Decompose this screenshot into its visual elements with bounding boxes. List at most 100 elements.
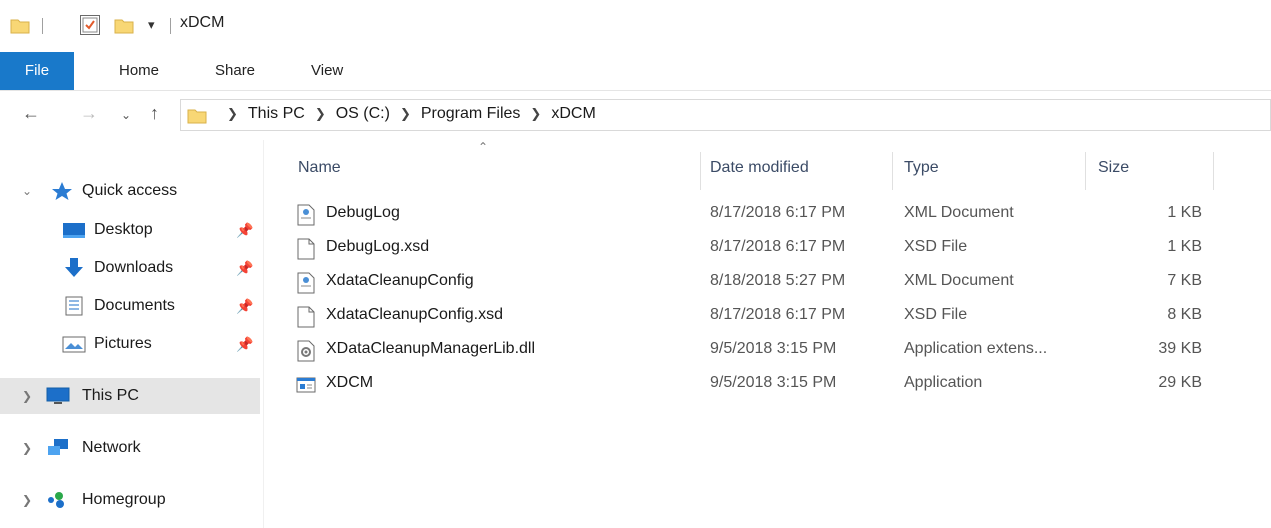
file-size: 8 KB	[1167, 306, 1202, 323]
download-icon	[65, 258, 83, 277]
xml-document-icon	[297, 272, 315, 294]
documents-icon	[65, 296, 83, 316]
chevron-right-icon[interactable]: ❯	[22, 389, 32, 403]
file-name: XDataCleanupManagerLib.dll	[326, 340, 536, 357]
file-date: 8/17/2018 6:17 PM	[710, 238, 846, 255]
file-size: 29 KB	[1158, 374, 1202, 391]
sidebar-item-label: Network	[82, 439, 141, 456]
column-type[interactable]: Type	[904, 146, 939, 190]
breadcrumb-separator-icon[interactable]: ❯	[530, 106, 541, 122]
column-name[interactable]: Name	[298, 146, 341, 190]
file-type: XSD File	[904, 306, 968, 323]
sidebar-item-label: This PC	[82, 387, 139, 404]
file-name: DebugLog	[326, 204, 400, 221]
file-name: DebugLog.xsd	[326, 238, 430, 255]
customize-toolbar-icon[interactable]: ▾	[148, 17, 155, 33]
file-name: XdataCleanupConfig	[326, 272, 474, 289]
pictures-icon	[62, 336, 86, 353]
tab-file[interactable]: File	[0, 52, 74, 90]
back-arrow-icon[interactable]: ←	[22, 103, 40, 124]
file-type: Application extens...	[904, 340, 1048, 357]
sidebar-item-documents[interactable]: Documents 📌	[0, 288, 260, 324]
file-date: 9/5/2018 3:15 PM	[710, 374, 837, 391]
breadcrumb-separator-icon[interactable]: ❯	[400, 106, 411, 122]
chevron-right-icon[interactable]: ❯	[22, 441, 32, 455]
sidebar-item-label: Desktop	[94, 221, 153, 238]
sidebar-item-label: Downloads	[94, 259, 174, 276]
breadcrumb-program-files[interactable]: Program Files	[421, 105, 521, 123]
table-row[interactable]: XdataCleanupConfig.xsd 8/17/2018 6:17 PM…	[290, 300, 1215, 334]
file-date: 8/18/2018 5:27 PM	[710, 272, 846, 289]
file-type: XML Document	[904, 272, 1014, 289]
new-folder-icon[interactable]	[114, 17, 134, 34]
folder-icon	[187, 109, 207, 124]
sidebar-item-quick-access[interactable]: ⌄ Quick access	[0, 173, 260, 209]
recent-locations-chevron-icon[interactable]: ⌄	[121, 108, 131, 122]
xml-document-icon	[297, 204, 315, 226]
column-divider[interactable]	[1085, 152, 1086, 190]
column-date-modified[interactable]: Date modified	[710, 146, 809, 190]
file-type: Application	[904, 374, 983, 391]
file-size: 1 KB	[1167, 238, 1202, 255]
up-arrow-icon[interactable]: ↑	[150, 103, 159, 124]
file-date: 8/17/2018 6:17 PM	[710, 306, 846, 323]
file-type: XML Document	[904, 204, 1014, 221]
sidebar-item-label: Documents	[94, 297, 175, 314]
file-name: XDCM	[326, 374, 374, 391]
pin-icon[interactable]: 📌	[236, 260, 253, 277]
column-divider[interactable]	[1213, 152, 1214, 190]
table-row[interactable]: XDCM 9/5/2018 3:15 PM Application 29 KB	[290, 368, 1215, 402]
tab-view[interactable]: View	[311, 52, 343, 90]
application-icon	[296, 377, 316, 393]
folder-icon[interactable]	[10, 17, 30, 34]
file-size: 39 KB	[1158, 340, 1202, 357]
breadcrumb-separator-icon[interactable]: ❯	[315, 106, 326, 122]
file-date: 8/17/2018 6:17 PM	[710, 204, 846, 221]
sidebar-item-homegroup[interactable]: ❯ Homegroup	[0, 482, 260, 518]
table-row[interactable]: XDataCleanupManagerLib.dll 9/5/2018 3:15…	[290, 334, 1215, 368]
file-date: 9/5/2018 3:15 PM	[710, 340, 837, 357]
tab-share[interactable]: Share	[215, 52, 255, 90]
sidebar-item-this-pc[interactable]: ❯ This PC	[0, 378, 260, 414]
sidebar-item-label: Homegroup	[82, 491, 166, 508]
chevron-down-icon[interactable]: ⌄	[22, 184, 32, 198]
sidebar-item-label: Pictures	[94, 335, 152, 352]
column-header: ⌃ Name Date modified Type Size	[290, 140, 1215, 190]
homegroup-icon	[48, 492, 64, 508]
column-size[interactable]: Size	[1098, 146, 1129, 190]
breadcrumb: ❯ This PC ❯ OS (C:) ❯ Program Files ❯ xD…	[217, 105, 596, 123]
ribbon-tabs: File Home Share View	[0, 52, 1271, 90]
chevron-right-icon[interactable]: ❯	[22, 493, 32, 507]
breadcrumb-os-c[interactable]: OS (C:)	[336, 105, 390, 123]
file-type: XSD File	[904, 238, 968, 255]
sidebar-item-downloads[interactable]: Downloads 📌	[0, 250, 260, 286]
forward-arrow-icon[interactable]: →	[80, 103, 98, 124]
computer-icon	[46, 387, 70, 404]
file-size: 1 KB	[1167, 204, 1202, 221]
blank-file-icon	[297, 238, 315, 260]
sort-ascending-icon: ⌃	[478, 140, 489, 154]
breadcrumb-separator-icon[interactable]: ❯	[227, 106, 238, 122]
sidebar-item-desktop[interactable]: Desktop 📌	[0, 212, 260, 248]
tab-home[interactable]: Home	[119, 52, 159, 90]
desktop-icon	[63, 223, 85, 238]
window-title: xDCM	[180, 14, 225, 31]
table-row[interactable]: DebugLog 8/17/2018 6:17 PM XML Document …	[290, 198, 1215, 232]
column-divider[interactable]	[892, 152, 893, 190]
pin-icon[interactable]: 📌	[236, 298, 253, 315]
sidebar-item-pictures[interactable]: Pictures 📌	[0, 326, 260, 362]
table-row[interactable]: DebugLog.xsd 8/17/2018 6:17 PM XSD File …	[290, 232, 1215, 266]
dll-file-icon	[297, 340, 315, 362]
pin-icon[interactable]: 📌	[236, 222, 253, 239]
address-row: ← → ⌄ ↑ ❯ This PC ❯ OS (C:) ❯ Program Fi…	[0, 90, 1271, 138]
file-size: 7 KB	[1167, 272, 1202, 289]
sidebar-item-network[interactable]: ❯ Network	[0, 430, 260, 466]
navigation-pane: ⌄ Quick access Desktop 📌 Downloads 📌 Doc…	[0, 140, 264, 528]
breadcrumb-this-pc[interactable]: This PC	[248, 105, 305, 123]
address-bar[interactable]: ❯ This PC ❯ OS (C:) ❯ Program Files ❯ xD…	[180, 99, 1271, 131]
breadcrumb-xdcm[interactable]: xDCM	[551, 105, 595, 123]
column-divider[interactable]	[700, 152, 701, 190]
pin-icon[interactable]: 📌	[236, 336, 253, 353]
properties-icon[interactable]	[80, 15, 100, 35]
table-row[interactable]: XdataCleanupConfig 8/18/2018 5:27 PM XML…	[290, 266, 1215, 300]
